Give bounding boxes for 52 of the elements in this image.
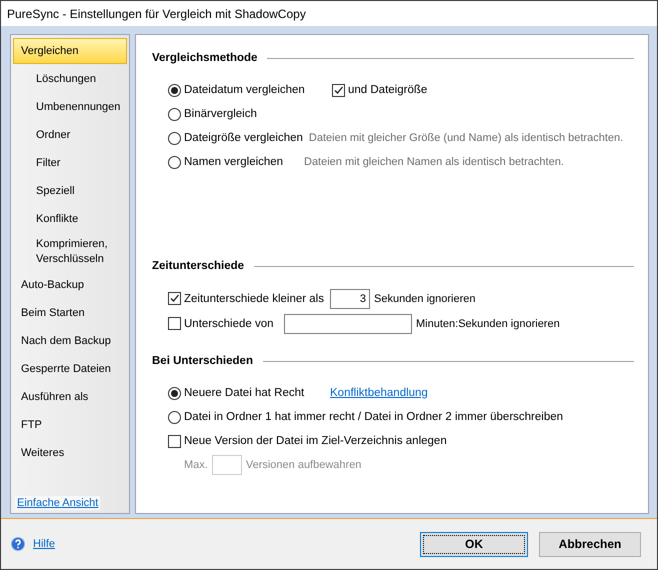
radio-button[interactable]	[168, 132, 181, 144]
sidebar-item[interactable]: Beim Starten	[13, 300, 127, 326]
help-link[interactable]: Hilfe	[33, 538, 56, 550]
sidebar-item[interactable]: Konflikte	[13, 206, 127, 232]
sidebar-item[interactable]: FTP	[13, 412, 127, 438]
field-label: Sekunden ignorieren	[374, 292, 476, 304]
option-label[interactable]: Dateigröße vergleichen	[184, 132, 303, 144]
cancel-button[interactable]: Abbrechen	[539, 532, 641, 556]
ok-button[interactable]: OK	[420, 532, 528, 556]
section-title: Vergleichsmethode	[152, 52, 258, 64]
option-label[interactable]: Neue Version der Datei im Ziel-Verzeichnis anlegen	[184, 435, 447, 447]
input-field[interactable]: 3	[330, 288, 370, 308]
option-label[interactable]: Datei in Ordner 1 hat immer recht / Datei in Ordner 2 immer überschreiben	[184, 411, 564, 423]
field-label: Minuten:Sekunden ignorieren	[416, 318, 560, 330]
option-label[interactable]: Dateidatum vergleichen	[184, 84, 305, 96]
section-title: Zeitunterschiede	[152, 260, 244, 272]
sidebar-item[interactable]: Filter	[13, 150, 127, 176]
sidebar-item[interactable]: Vergleichen	[13, 38, 127, 64]
help-icon[interactable]	[11, 537, 25, 551]
radio-button[interactable]	[168, 386, 181, 400]
option-label[interactable]: Namen vergleichen	[184, 156, 284, 168]
radio-button[interactable]	[168, 410, 181, 424]
radio-button[interactable]	[168, 84, 181, 96]
field-label: Max.	[184, 459, 208, 471]
option-label[interactable]: Binärvergleich	[184, 108, 257, 120]
checkbox[interactable]	[332, 84, 345, 96]
option-label[interactable]: Neuere Datei hat Recht	[184, 387, 304, 399]
input-field[interactable]	[284, 314, 412, 334]
sidebar-item[interactable]: Speziell	[13, 178, 127, 204]
hint-text: Dateien mit gleichen Namen als identisch betrachten.	[304, 156, 564, 168]
checkbox[interactable]	[168, 434, 181, 448]
sidebar-item[interactable]: Weiteres	[13, 440, 127, 466]
sidebar-item[interactable]: Auto-Backup	[13, 272, 127, 298]
checkbox[interactable]	[168, 317, 181, 330]
option-label[interactable]: Zeitunterschiede kleiner als	[184, 292, 324, 304]
sidebar-item[interactable]: Umbenennungen	[13, 94, 127, 120]
radio-button[interactable]	[168, 108, 181, 120]
sidebar-item[interactable]: Gesperrte Dateien	[13, 356, 127, 382]
field-label: Versionen aufbewahren	[246, 459, 362, 471]
option-label[interactable]: und Dateigröße	[348, 84, 428, 96]
conflict-handling-link[interactable]: Konfliktbehandlung	[330, 387, 428, 399]
hint-text: Dateien mit gleicher Größe (und Name) als identisch betrachten.	[308, 132, 624, 144]
sidebar-item[interactable]: Ordner	[13, 122, 127, 148]
sidebar-item[interactable]: Nach dem Backup	[13, 328, 127, 354]
checkbox[interactable]	[168, 292, 181, 305]
simple-view-link[interactable]: Einfache Ansicht	[15, 496, 100, 510]
option-label[interactable]: Unterschiede von	[184, 318, 274, 330]
sidebar-item[interactable]: Komprimieren, Verschlüsseln	[13, 234, 127, 270]
radio-button[interactable]	[168, 156, 181, 168]
section-title: Bei Unterschieden	[152, 355, 253, 367]
sidebar-item[interactable]: Ausführen als	[13, 384, 127, 410]
sidebar-item[interactable]: Löschungen	[13, 66, 127, 92]
